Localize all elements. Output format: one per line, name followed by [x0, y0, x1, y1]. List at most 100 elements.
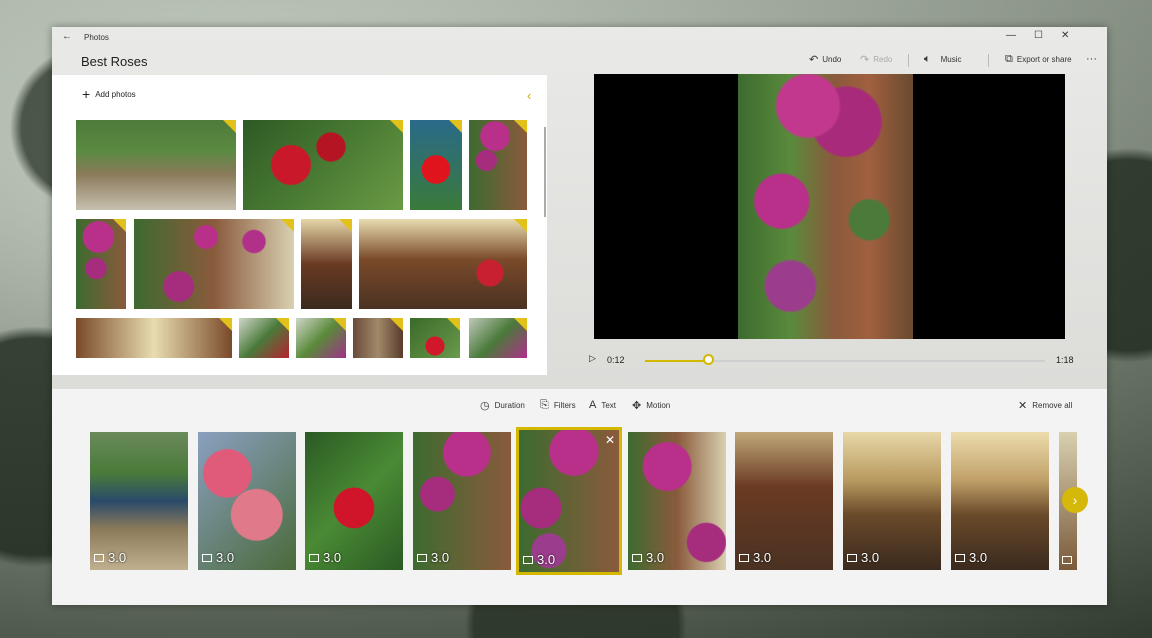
card-duration: 3.0 — [646, 550, 665, 565]
image-icon — [202, 553, 212, 562]
library-thumb[interactable] — [296, 318, 346, 358]
library-thumb[interactable] — [76, 318, 232, 358]
storyboard-toolbar: ◷ Duration ⎘ Filters A Text ✥ Motion ✕ R… — [52, 399, 1107, 415]
added-marker — [223, 120, 236, 133]
playback-bar: ▷ 0:12 1:18 — [587, 351, 1077, 367]
library-thumb[interactable] — [410, 318, 460, 358]
total-time: 1:18 — [1056, 355, 1074, 365]
added-marker — [333, 318, 346, 331]
card-duration: 3.0 — [431, 550, 450, 565]
image-icon — [309, 553, 319, 562]
title-bar: ← Photos — ☐ ✕ — [52, 27, 1107, 47]
remove-card-icon[interactable]: ✕ — [605, 433, 615, 447]
image-icon — [94, 553, 104, 562]
library-thumb[interactable] — [76, 120, 236, 210]
card-duration: 3.0 — [537, 552, 556, 567]
text-icon: A — [589, 399, 597, 411]
added-marker — [514, 219, 527, 232]
scroll-right-chevron-icon[interactable]: › — [1062, 487, 1088, 513]
motion-icon: ✥ — [632, 400, 642, 412]
library-thumb[interactable] — [76, 219, 126, 309]
close-x-icon: ✕ — [1018, 400, 1028, 412]
duration-button[interactable]: ◷ Duration — [480, 399, 525, 412]
app-name: Photos — [84, 33, 109, 42]
editor-toolbar: ↶ Undo ↷ Redo 🔈︎ Music ⧉ Export or share… — [52, 53, 1107, 69]
undo-icon: ↶ — [809, 54, 819, 66]
card-duration: 3.0 — [861, 550, 880, 565]
seek-thumb[interactable] — [703, 354, 714, 365]
card-duration: 3.0 — [969, 550, 988, 565]
image-icon — [847, 553, 857, 562]
more-options-button[interactable]: ··· — [1086, 53, 1097, 65]
added-marker — [449, 120, 462, 133]
preview-frame-roses — [738, 74, 913, 339]
added-marker — [390, 318, 403, 331]
toolbar-divider — [908, 54, 909, 67]
library-thumb[interactable] — [239, 318, 289, 358]
storyboard-card[interactable]: 3.0 — [735, 432, 833, 570]
added-marker — [390, 120, 403, 133]
library-thumb[interactable] — [469, 318, 527, 358]
editor-upper-area: ← Photos — ☐ ✕ Best Roses ↶ Undo ↷ Redo … — [52, 27, 1107, 389]
image-icon — [417, 553, 427, 562]
clock-icon: ◷ — [480, 400, 490, 412]
maximize-icon[interactable]: ☐ — [1034, 30, 1043, 41]
library-thumb[interactable] — [359, 219, 527, 309]
seek-progress — [645, 360, 709, 362]
plus-icon: + — [82, 86, 91, 102]
added-marker — [339, 219, 352, 232]
storyboard-card[interactable]: 3.0 — [951, 432, 1049, 570]
storyboard-card-selected[interactable]: ✕ 3.0 — [516, 427, 622, 575]
music-button[interactable]: 🔈︎ Music — [924, 53, 962, 66]
remove-all-button[interactable]: ✕ Remove all — [1018, 399, 1072, 412]
add-photos-button[interactable]: + Add photos — [82, 86, 136, 102]
added-marker — [219, 318, 232, 331]
storyboard-card[interactable]: 3.0 — [90, 432, 188, 570]
text-button[interactable]: A Text — [589, 399, 616, 411]
library-thumb[interactable] — [134, 219, 294, 309]
storyboard-card[interactable]: 3.0 — [843, 432, 941, 570]
speaker-icon: 🔈︎ — [924, 53, 931, 65]
card-duration: 3.0 — [108, 550, 127, 565]
library-thumb[interactable] — [410, 120, 462, 210]
added-marker — [514, 120, 527, 133]
export-icon: ⧉ — [1005, 53, 1013, 65]
card-duration: 3.0 — [753, 550, 772, 565]
storyboard-card[interactable]: 3.0 — [305, 432, 403, 570]
motion-button[interactable]: ✥ Motion — [632, 399, 670, 412]
filters-button[interactable]: ⎘ Filters — [540, 399, 576, 412]
card-duration: 3.0 — [323, 550, 342, 565]
play-icon[interactable]: ▷ — [589, 353, 596, 364]
photos-window: ← Photos — ☐ ✕ Best Roses ↶ Undo ↷ Redo … — [52, 27, 1107, 605]
redo-button[interactable]: ↷ Redo — [860, 53, 892, 66]
library-scrollbar[interactable] — [544, 127, 546, 217]
storyboard-card[interactable]: 3.0 — [198, 432, 296, 570]
filter-icon: ⎘ — [540, 399, 549, 411]
project-library: + Add photos ‹ — [52, 75, 547, 375]
library-thumb[interactable] — [353, 318, 403, 358]
current-time: 0:12 — [607, 355, 625, 365]
card-duration: 3.0 — [216, 550, 235, 565]
image-icon — [739, 553, 749, 562]
video-preview[interactable] — [594, 74, 1065, 339]
added-marker — [276, 318, 289, 331]
image-icon — [523, 555, 533, 564]
redo-icon: ↷ — [860, 54, 870, 66]
export-button[interactable]: ⧉ Export or share — [1005, 53, 1072, 66]
undo-button[interactable]: ↶ Undo — [809, 53, 841, 66]
added-marker — [113, 219, 126, 232]
storyboard-card[interactable]: 3.0 — [413, 432, 511, 570]
minimize-icon[interactable]: — — [1006, 30, 1016, 41]
close-icon[interactable]: ✕ — [1061, 30, 1069, 41]
collapse-chevron-icon[interactable]: ‹ — [527, 88, 531, 103]
added-marker — [514, 318, 527, 331]
added-marker — [281, 219, 294, 232]
library-thumb[interactable] — [469, 120, 527, 210]
added-marker — [447, 318, 460, 331]
library-thumb[interactable] — [301, 219, 352, 309]
seek-track[interactable] — [645, 354, 1045, 365]
toolbar-divider — [988, 54, 989, 67]
library-thumb[interactable] — [243, 120, 403, 210]
storyboard-card[interactable]: 3.0 — [628, 432, 726, 570]
back-arrow-icon[interactable]: ← — [62, 31, 72, 42]
